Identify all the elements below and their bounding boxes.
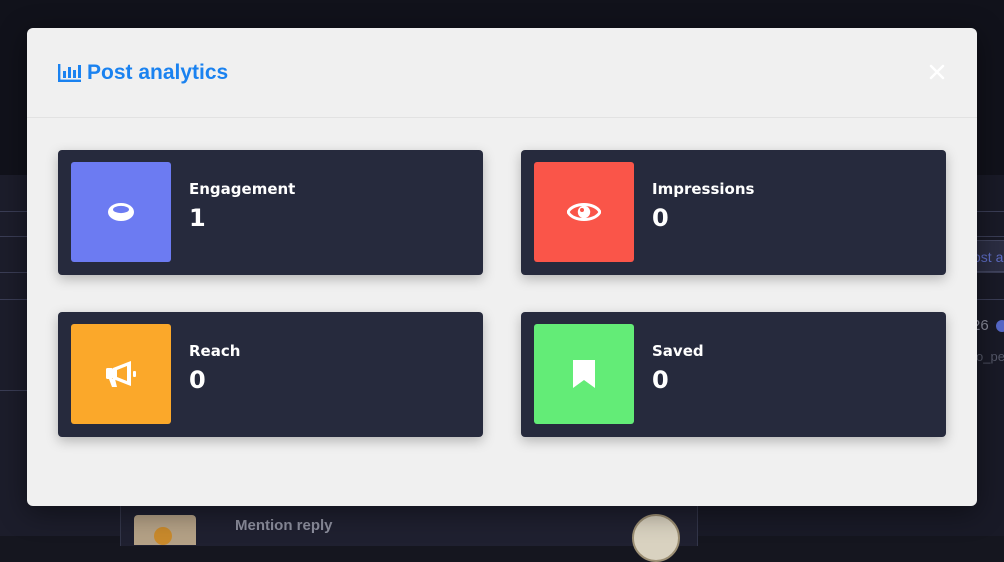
stat-icon-box	[534, 162, 634, 262]
modal-title: Post analytics	[58, 61, 228, 85]
stat-card-engagement: Engagement 1	[58, 150, 483, 275]
stat-icon-box	[71, 162, 171, 262]
post-analytics-modal: Post analytics Engagement 1 Impressions …	[27, 28, 977, 506]
megaphone-icon	[106, 361, 136, 387]
bar-chart-icon	[58, 64, 81, 82]
background-thumbnail	[134, 515, 196, 545]
stat-card-reach: Reach 0	[58, 312, 483, 437]
modal-title-text: Post analytics	[87, 61, 229, 84]
eye-icon	[567, 203, 601, 221]
stat-label: Reach	[189, 342, 241, 360]
avatar	[632, 514, 680, 562]
background-handle: o_pe	[976, 349, 1004, 364]
stat-value: 0	[652, 366, 669, 394]
stat-icon-box	[534, 324, 634, 424]
stat-icon-box	[71, 324, 171, 424]
close-button[interactable]	[923, 58, 951, 86]
stat-value: 0	[189, 366, 206, 394]
modal-header: Post analytics	[27, 28, 977, 118]
close-icon	[929, 64, 945, 80]
stat-label: Impressions	[652, 180, 755, 198]
background-mention-title: Mention reply	[235, 517, 333, 534]
stat-value: 1	[189, 204, 206, 232]
stat-card-saved: Saved 0	[521, 312, 946, 437]
stat-value: 0	[652, 204, 669, 232]
ring-icon	[108, 203, 134, 221]
stat-card-impressions: Impressions 0	[521, 150, 946, 275]
bookmark-icon	[573, 360, 595, 388]
background-post-card	[120, 506, 698, 546]
verified-icon	[996, 320, 1004, 332]
stat-label: Engagement	[189, 180, 296, 198]
stat-label: Saved	[652, 342, 704, 360]
